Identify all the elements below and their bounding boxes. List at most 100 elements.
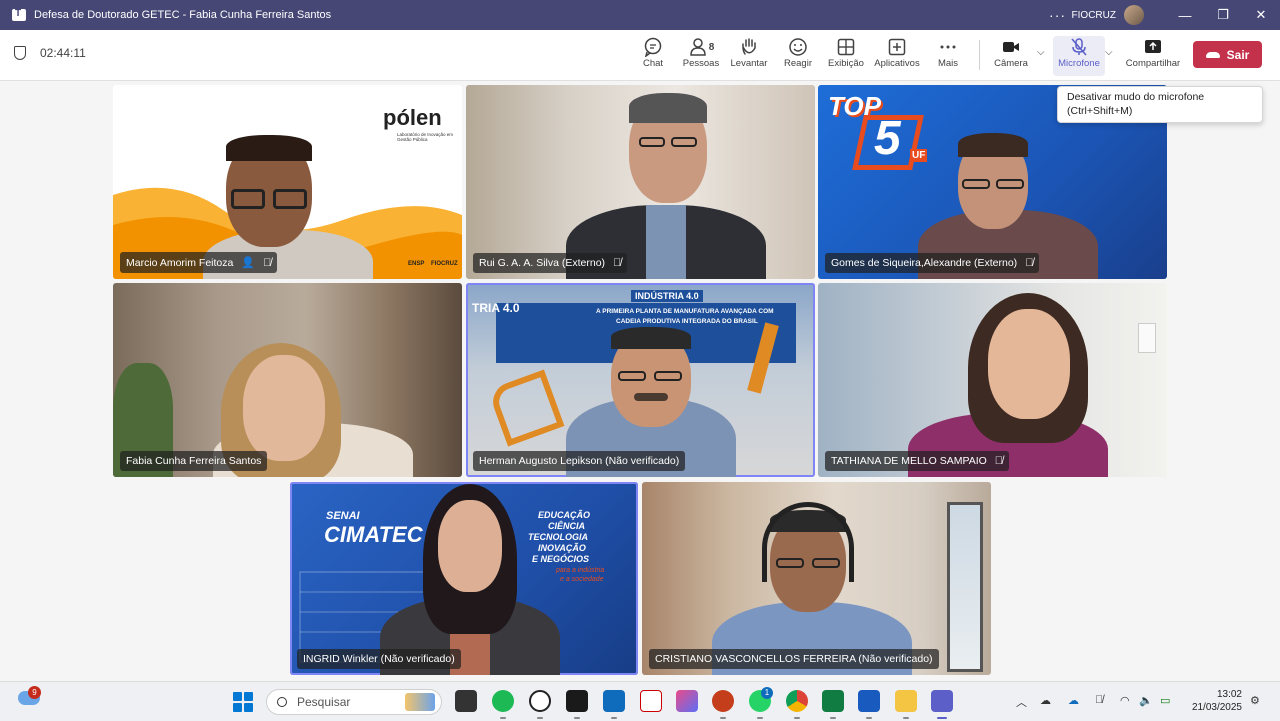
participant-face bbox=[438, 500, 502, 592]
notifications-icon[interactable]: ⚙ bbox=[1250, 694, 1260, 707]
senai-logo: SENAI bbox=[326, 510, 360, 522]
participant-nametag: INGRID Winkler (Não verificado) bbox=[297, 649, 461, 669]
camera-icon bbox=[985, 36, 1037, 58]
view-button[interactable]: Exibição bbox=[820, 36, 872, 69]
video-tile-rui[interactable]: Rui G. A. A. Silva (Externo) 🎙̸ bbox=[466, 85, 815, 279]
robot-arm bbox=[487, 369, 565, 447]
participant-nametag: CRISTIANO VASCONCELLOS FERREIRA (Não ver… bbox=[649, 649, 939, 669]
tray-chevron-icon[interactable]: ︿ bbox=[1016, 694, 1027, 710]
mic-muted-icon bbox=[1053, 36, 1105, 58]
raise-hand-button[interactable]: Levantar bbox=[723, 36, 775, 69]
teams-icon bbox=[12, 8, 26, 21]
banner-line-1: A PRIMEIRA PLANTA DE MANUFATURA AVANÇADA… bbox=[596, 308, 774, 315]
minimize-button[interactable]: — bbox=[1166, 8, 1204, 23]
view-icon bbox=[820, 36, 872, 58]
chat-icon bbox=[627, 36, 679, 58]
participant-nametag: Rui G. A. A. Silva (Externo) 🎙̸ bbox=[473, 253, 628, 273]
video-tile-herman[interactable]: INDÚSTRIA 4.0 TRIA 4.0 A PRIMEIRA PLANTA… bbox=[466, 283, 815, 477]
m365-icon[interactable] bbox=[676, 690, 698, 712]
banner-title: INDÚSTRIA 4.0 bbox=[631, 290, 703, 302]
microphone-button[interactable]: Microfone bbox=[1053, 36, 1105, 76]
volume-icon[interactable]: 🔈 bbox=[1139, 694, 1153, 707]
powerpoint-icon[interactable] bbox=[712, 690, 734, 712]
word-icon[interactable] bbox=[858, 690, 880, 712]
people-icon: 8 bbox=[675, 36, 727, 58]
search-icon bbox=[277, 697, 287, 707]
video-tile-marcio[interactable]: pólen Laboratório de Inovação em Gestão … bbox=[113, 85, 462, 279]
camera-button[interactable]: Câmera bbox=[985, 36, 1037, 69]
outlook-icon[interactable] bbox=[603, 690, 625, 712]
people-button[interactable]: 8 Pessoas bbox=[675, 36, 727, 69]
onedrive-icon[interactable]: ☁ bbox=[1068, 694, 1079, 707]
apps-icon bbox=[871, 36, 923, 58]
participant-nametag: Fabia Cunha Ferreira Santos bbox=[120, 451, 268, 471]
ensp-logo: ENSP bbox=[408, 261, 425, 267]
wifi-icon[interactable]: ◠ bbox=[1120, 694, 1130, 707]
battery-icon[interactable]: ▭ bbox=[1160, 694, 1170, 707]
close-button[interactable]: ✕ bbox=[1242, 7, 1280, 23]
mic-muted-icon: 🎙̸ bbox=[1025, 257, 1034, 269]
more-options-icon[interactable]: ··· bbox=[1044, 7, 1072, 23]
polen-logo: pólen bbox=[383, 105, 442, 130]
video-tile-fabia[interactable]: Fabia Cunha Ferreira Santos bbox=[113, 283, 462, 477]
presenter-icon: 👤 bbox=[241, 257, 256, 269]
mic-muted-icon: 🎙̸ bbox=[613, 257, 622, 269]
window-title: Defesa de Doutorado GETEC - Fabia Cunha … bbox=[34, 9, 332, 21]
camera-options-chevron-icon[interactable]: ⌵ bbox=[1037, 47, 1045, 58]
chrome-icon[interactable] bbox=[786, 690, 808, 712]
toolbar-separator bbox=[979, 40, 980, 70]
video-tile-cristiano[interactable]: CRISTIANO VASCONCELLOS FERREIRA (Não ver… bbox=[642, 482, 991, 675]
system-clock[interactable]: 13:02 21/03/2025 bbox=[1188, 688, 1242, 714]
polen-subtitle: Laboratório de Inovação em Gestão Públic… bbox=[397, 132, 454, 142]
chatgpt-icon[interactable] bbox=[529, 690, 551, 712]
fiocruz-logo: FIOCRUZ bbox=[431, 261, 458, 267]
raise-hand-icon bbox=[723, 36, 775, 58]
mic-muted-icon: 🎙̸ bbox=[994, 455, 1004, 467]
search-placeholder: Pesquisar bbox=[297, 695, 351, 709]
react-button[interactable]: Reagir bbox=[772, 36, 824, 69]
share-button[interactable]: Compartilhar bbox=[1124, 36, 1182, 69]
start-icon[interactable] bbox=[233, 692, 253, 712]
video-tile-ingrid[interactable]: SENAI CIMATEC EDUCAÇÃO CIÊNCIA TECNOLOGI… bbox=[290, 482, 638, 675]
file-explorer-icon[interactable] bbox=[895, 690, 917, 712]
zotero-icon[interactable] bbox=[640, 690, 662, 712]
shield-icon bbox=[14, 46, 26, 60]
participant-face bbox=[988, 309, 1070, 419]
more-button[interactable]: Mais bbox=[922, 36, 974, 69]
apps-button[interactable]: Aplicativos bbox=[871, 36, 923, 69]
people-count: 8 bbox=[708, 41, 715, 53]
participant-face bbox=[243, 355, 325, 461]
organization-name[interactable]: FIOCRUZ bbox=[1072, 10, 1116, 21]
cloud-sync-icon[interactable]: ☁ bbox=[1040, 694, 1051, 707]
clock-time: 13:02 bbox=[1216, 689, 1242, 700]
timer-value: 02:44:11 bbox=[40, 46, 86, 60]
window-frame bbox=[947, 502, 983, 672]
chat-button[interactable]: Chat bbox=[627, 36, 679, 69]
microphone-tooltip: Desativar mudo do microfone (Ctrl+Shift+… bbox=[1057, 86, 1263, 123]
restore-button[interactable]: ❐ bbox=[1204, 7, 1242, 23]
cimatec-logo: CIMATEC bbox=[324, 522, 423, 547]
capcut-icon[interactable] bbox=[566, 690, 588, 712]
react-icon bbox=[772, 36, 824, 58]
video-tile-tathiana[interactable]: TATHIANA DE MELLO SAMPAIO 🎙̸ bbox=[818, 283, 1167, 477]
participant-nametag: Herman Augusto Lepikson (Não verificado) bbox=[473, 451, 686, 471]
mic-muted-tray-icon[interactable]: 🎙̸ bbox=[1095, 694, 1103, 706]
meeting-timer: 02:44:11 bbox=[14, 46, 86, 60]
microphone-options-chevron-icon[interactable]: ⌵ bbox=[1105, 47, 1113, 58]
taskbar-search[interactable]: Pesquisar bbox=[266, 689, 442, 715]
leave-button[interactable]: Sair bbox=[1193, 41, 1262, 68]
banner-line-2: CADEIA PRODUTIVA INTEGRADA DO BRASIL bbox=[616, 318, 758, 325]
search-highlight-icon bbox=[405, 693, 435, 711]
title-bar: Defesa de Doutorado GETEC - Fabia Cunha … bbox=[0, 0, 1280, 30]
banner-left-text: TRIA 4.0 bbox=[472, 301, 520, 315]
mic-muted-icon: 🎙̸ bbox=[263, 256, 272, 269]
spotify-icon[interactable] bbox=[492, 690, 514, 712]
user-avatar[interactable] bbox=[1124, 5, 1144, 25]
task-view-icon[interactable] bbox=[455, 690, 477, 712]
participant-nametag: TATHIANA DE MELLO SAMPAIO 🎙̸ bbox=[825, 451, 1010, 471]
whatsapp-badge: 1 bbox=[761, 687, 773, 699]
wall-outlet bbox=[1138, 323, 1156, 353]
participant-nametag: Gomes de Siqueira,Alexandre (Externo) 🎙̸ bbox=[825, 253, 1040, 273]
teams-icon[interactable] bbox=[931, 690, 953, 712]
excel-icon[interactable] bbox=[822, 690, 844, 712]
